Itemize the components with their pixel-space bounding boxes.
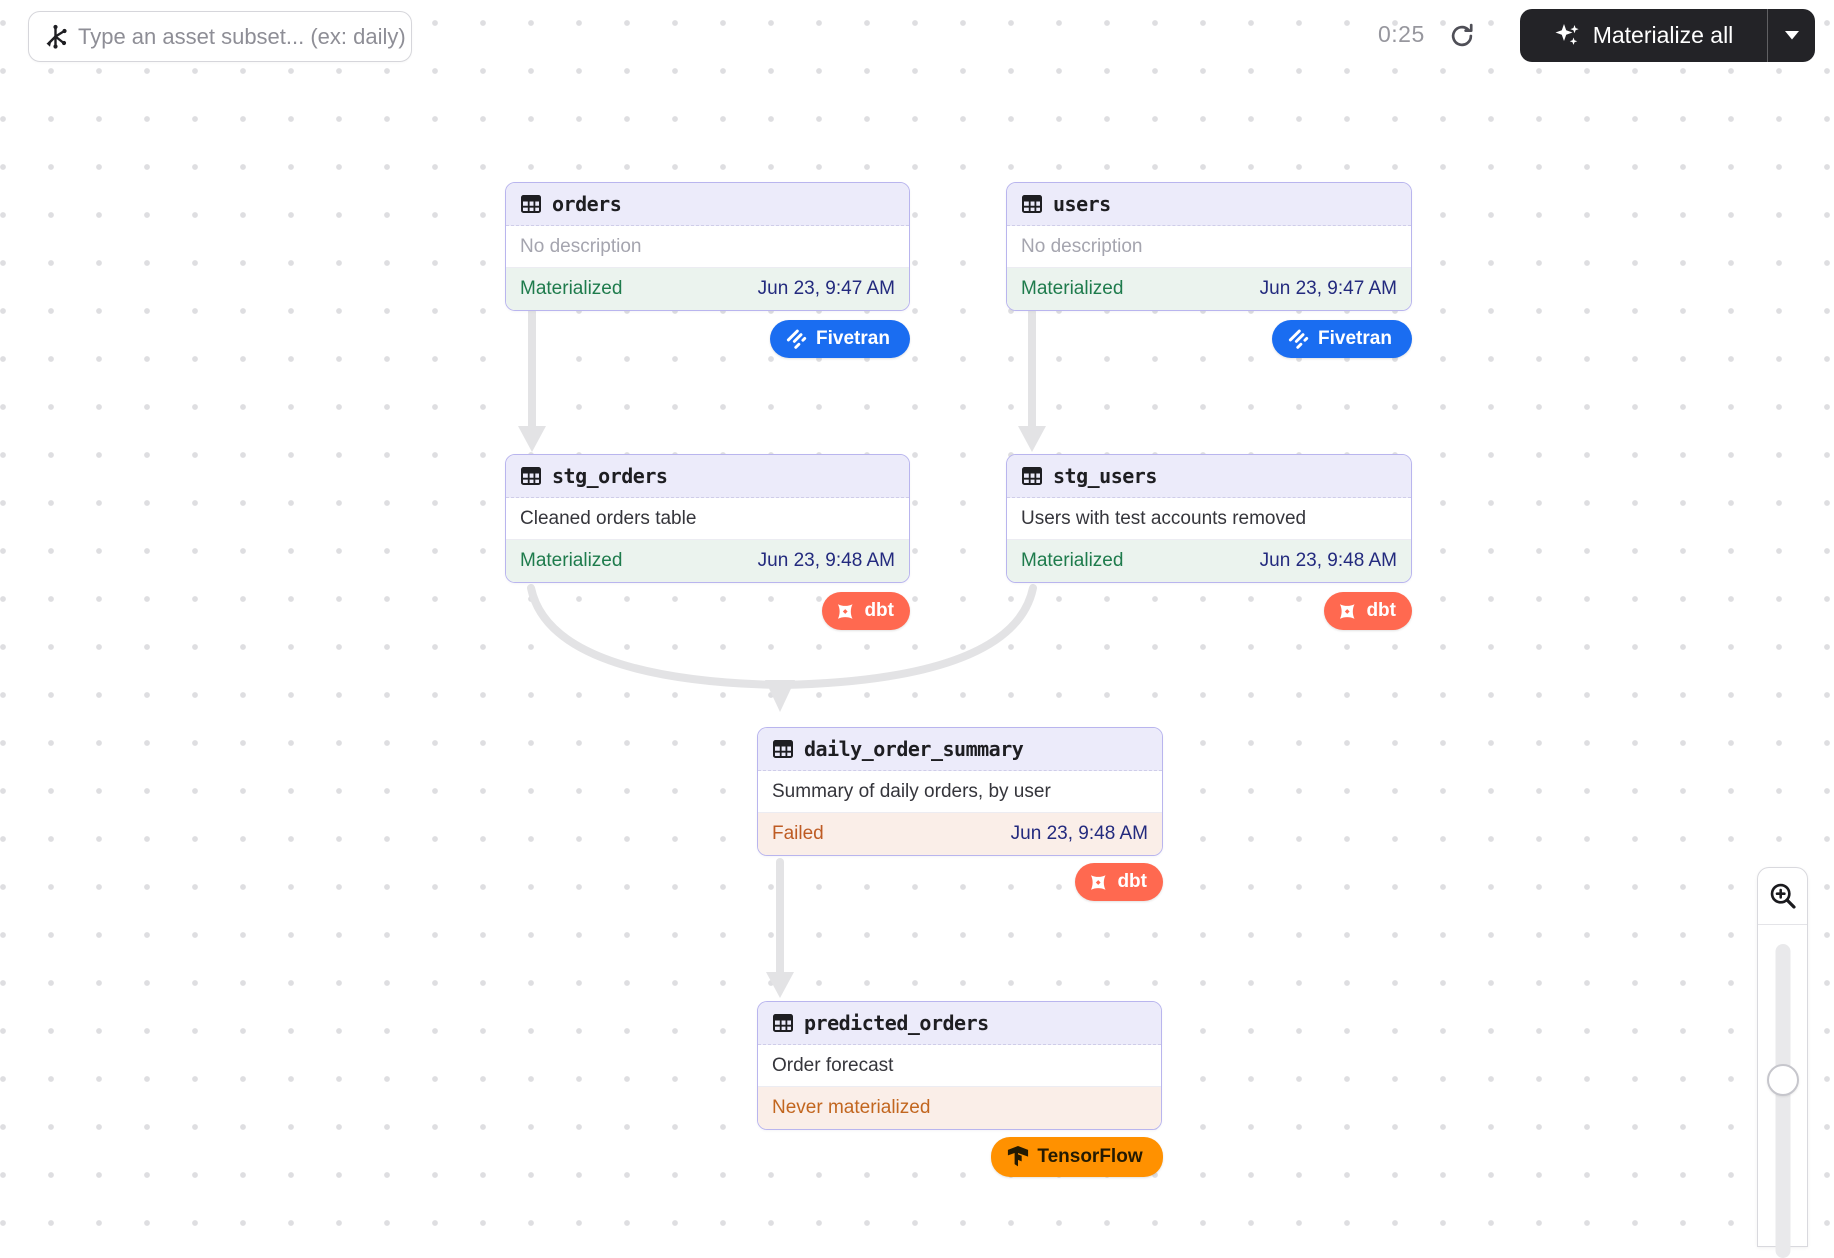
asset-status-row: Materialized Jun 23, 9:47 AM [1007, 268, 1411, 310]
refresh-button[interactable] [1446, 20, 1478, 52]
asset-status-row: Failed Jun 23, 9:48 AM [758, 813, 1162, 855]
badge-label: Fivetran [1318, 328, 1392, 350]
asset-name: stg_orders [552, 464, 667, 488]
search-input[interactable] [78, 24, 408, 50]
node-header: daily_order_summary [758, 728, 1162, 771]
zoom-in-button[interactable] [1758, 868, 1807, 925]
node-header: predicted_orders [758, 1002, 1161, 1045]
compute-kind-badge-dbt: dbt [1324, 592, 1412, 630]
asset-description: No description [1007, 226, 1411, 268]
asset-description: Order forecast [758, 1045, 1161, 1087]
materialize-all-label: Materialize all [1593, 22, 1734, 49]
node-header: users [1007, 183, 1411, 226]
zoom-slider[interactable] [1758, 925, 1807, 1248]
node-header: stg_orders [506, 455, 909, 498]
status-label: Failed [772, 823, 824, 845]
status-timestamp: Jun 23, 9:48 AM [1011, 823, 1148, 845]
asset-name: users [1053, 192, 1111, 216]
status-label: Materialized [520, 278, 622, 300]
asset-node-orders[interactable]: orders No description Materialized Jun 2… [505, 182, 910, 311]
status-label: Materialized [1021, 550, 1123, 572]
asset-description: Cleaned orders table [506, 498, 909, 540]
elapsed-timer: 0:25 [1378, 21, 1425, 48]
asset-node-users[interactable]: users No description Materialized Jun 23… [1006, 182, 1412, 311]
compute-kind-badge-fivetran: Fivetran [1272, 320, 1412, 358]
badge-label: Fivetran [816, 328, 890, 350]
status-timestamp: Jun 23, 9:48 AM [758, 550, 895, 572]
arrowhead-orders-stg-orders [518, 426, 546, 452]
asset-status-row: Materialized Jun 23, 9:47 AM [506, 268, 909, 310]
materialize-dropdown-toggle[interactable] [1768, 9, 1815, 62]
asset-node-daily-order-summary[interactable]: daily_order_summary Summary of daily ord… [757, 727, 1163, 856]
asset-node-stg-orders[interactable]: stg_orders Cleaned orders table Material… [505, 454, 910, 583]
fivetran-icon [1288, 328, 1310, 350]
asset-name: predicted_orders [804, 1011, 989, 1035]
chevron-down-icon [1785, 31, 1799, 40]
sparkles-icon [1554, 22, 1582, 50]
edge-stg-orders-daily [531, 588, 778, 685]
dbt-icon [1087, 871, 1109, 894]
asset-graph-icon [42, 23, 69, 50]
compute-kind-badge-dbt: dbt [1075, 863, 1163, 901]
badge-label: dbt [1117, 871, 1147, 893]
node-header: stg_users [1007, 455, 1411, 498]
status-label: Never materialized [772, 1097, 930, 1119]
asset-node-stg-users[interactable]: stg_users Users with test accounts remov… [1006, 454, 1412, 583]
materialize-all-button[interactable]: Materialize all [1520, 9, 1815, 62]
zoom-in-icon [1768, 881, 1798, 911]
table-icon [1021, 465, 1043, 487]
fivetran-icon [786, 328, 808, 350]
status-label: Materialized [520, 550, 622, 572]
status-timestamp: Jun 23, 9:47 AM [1260, 278, 1397, 300]
table-icon [520, 465, 542, 487]
zoom-slider-thumb[interactable] [1767, 1064, 1799, 1096]
badge-label: dbt [1366, 600, 1396, 622]
asset-name: orders [552, 192, 621, 216]
asset-node-predicted-orders[interactable]: predicted_orders Order forecast Never ma… [757, 1001, 1162, 1130]
arrowhead-merge-daily [765, 680, 795, 712]
asset-search-box[interactable] [28, 11, 412, 62]
dbt-icon [834, 600, 856, 623]
arrowhead-daily-predicted [766, 972, 794, 998]
asset-status-row: Materialized Jun 23, 9:48 AM [1007, 540, 1411, 582]
dbt-icon [1336, 600, 1358, 623]
table-icon [772, 738, 794, 760]
asset-status-row: Never materialized [758, 1087, 1161, 1129]
refresh-icon [1448, 22, 1476, 50]
tensorflow-icon [1007, 1145, 1029, 1169]
asset-description: Users with test accounts removed [1007, 498, 1411, 540]
arrowhead-users-stg-users [1018, 426, 1046, 452]
materialize-all-main[interactable]: Materialize all [1520, 9, 1767, 62]
table-icon [772, 1012, 794, 1034]
node-header: orders [506, 183, 909, 226]
table-icon [520, 193, 542, 215]
status-label: Materialized [1021, 278, 1123, 300]
status-timestamp: Jun 23, 9:47 AM [758, 278, 895, 300]
status-timestamp: Jun 23, 9:48 AM [1260, 550, 1397, 572]
asset-description: Summary of daily orders, by user [758, 771, 1162, 813]
badge-label: dbt [864, 600, 894, 622]
compute-kind-badge-fivetran: Fivetran [770, 320, 910, 358]
zoom-slider-track[interactable] [1775, 944, 1790, 1258]
compute-kind-badge-dbt: dbt [822, 592, 910, 630]
badge-label: TensorFlow [1037, 1146, 1142, 1168]
table-icon [1021, 193, 1043, 215]
zoom-panel [1757, 867, 1808, 1247]
asset-description: No description [506, 226, 909, 268]
asset-name: stg_users [1053, 464, 1157, 488]
asset-name: daily_order_summary [804, 737, 1023, 761]
compute-kind-badge-tensorflow: TensorFlow [991, 1137, 1163, 1177]
asset-status-row: Materialized Jun 23, 9:48 AM [506, 540, 909, 582]
